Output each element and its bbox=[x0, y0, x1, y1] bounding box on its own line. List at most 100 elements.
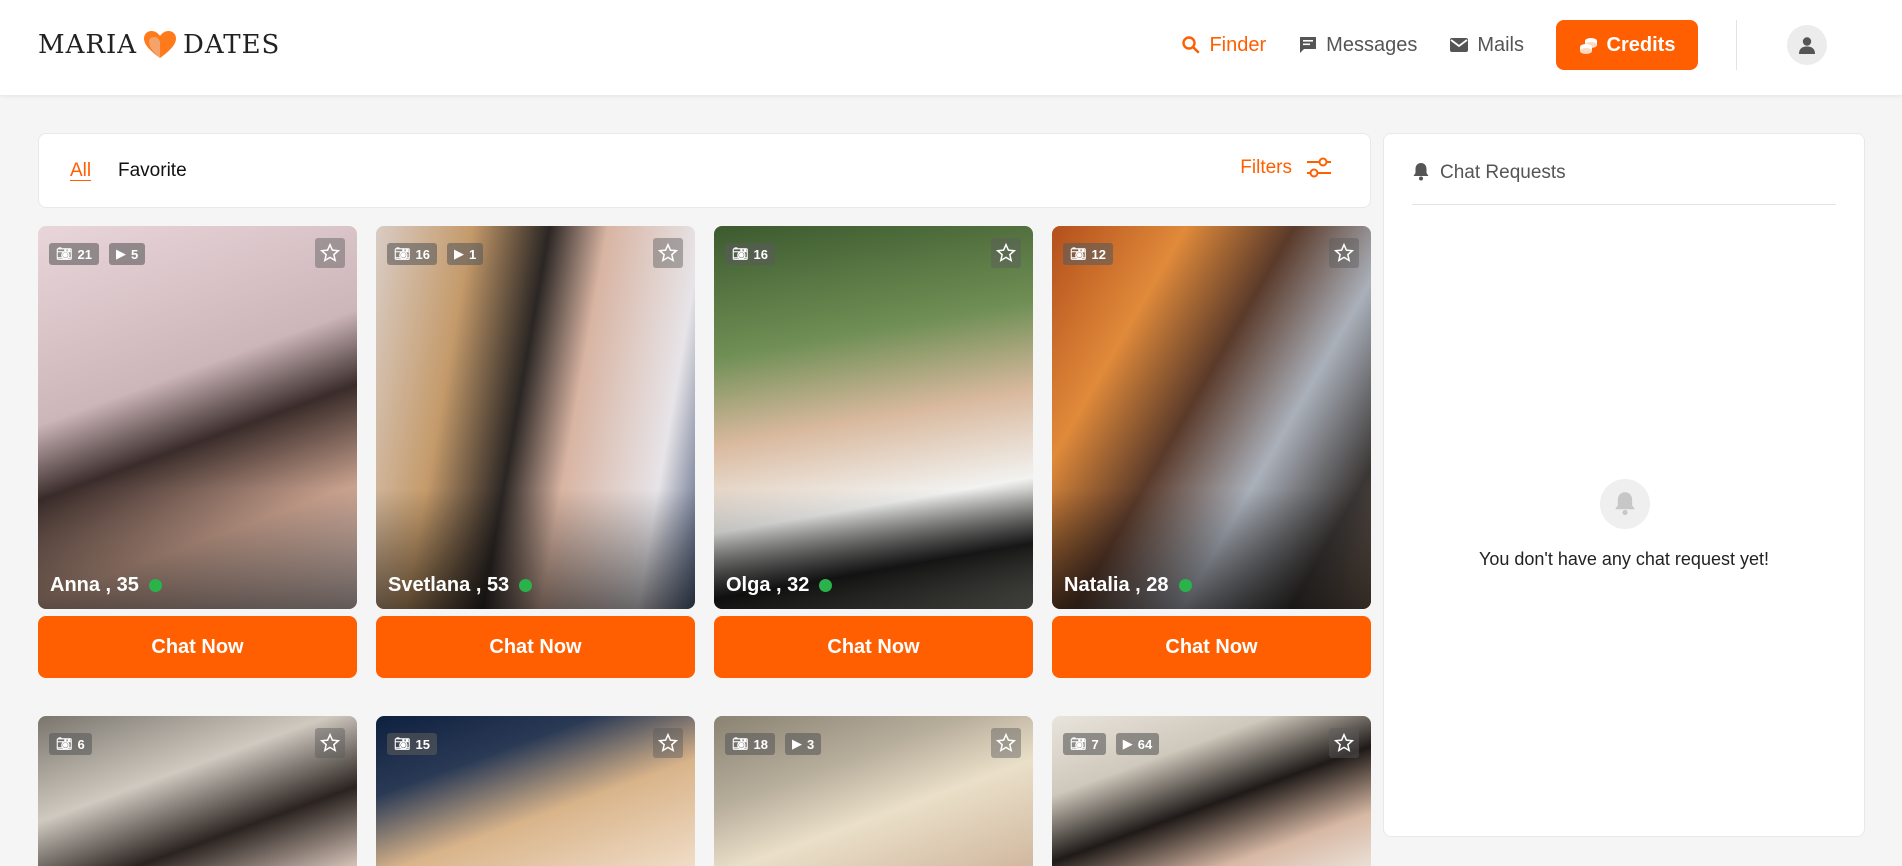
chat-requests-header: Chat Requests bbox=[1412, 162, 1836, 205]
filters-label: Filters bbox=[1240, 157, 1292, 178]
nav-divider bbox=[1736, 20, 1737, 70]
coins-icon bbox=[1579, 38, 1597, 54]
profile-name: Svetlana , 53 bbox=[388, 574, 533, 597]
favorite-star-icon[interactable] bbox=[653, 728, 683, 758]
nav-messages[interactable]: Messages bbox=[1298, 20, 1417, 70]
profile-photo[interactable]: 📷︎ 21 ▶ 5 Anna , 35 bbox=[38, 226, 357, 609]
sliders-icon bbox=[1307, 157, 1331, 178]
photo-count-badge: 📷︎ 7 bbox=[1063, 733, 1106, 755]
photo-count: 21 bbox=[77, 246, 92, 262]
online-status-dot bbox=[148, 579, 162, 592]
user-avatar[interactable] bbox=[1787, 25, 1827, 65]
media-badges: 📷︎ 16 ▶ 1 bbox=[387, 243, 484, 265]
chat-now-button[interactable]: Chat Now bbox=[714, 616, 1033, 678]
chat-now-button[interactable]: Chat Now bbox=[376, 616, 695, 678]
online-status-dot bbox=[819, 579, 833, 592]
video-count: 1 bbox=[468, 246, 477, 262]
logo-text-right: DATES bbox=[183, 30, 281, 60]
video-count-badge: ▶ 64 bbox=[1115, 733, 1160, 755]
camera-icon: 📷︎ bbox=[1070, 246, 1087, 261]
photo-count: 18 bbox=[753, 736, 768, 752]
photo-count-badge: 📷︎ 6 bbox=[49, 733, 92, 755]
video-icon: ▶ bbox=[115, 246, 126, 261]
profile-card[interactable]: 📷︎ 6 bbox=[38, 716, 357, 866]
camera-icon: 📷︎ bbox=[732, 246, 749, 261]
tab-favorite[interactable]: Favorite bbox=[118, 160, 187, 182]
photo-count: 7 bbox=[1091, 736, 1099, 752]
nav-messages-label: Messages bbox=[1326, 33, 1418, 56]
photo-count: 16 bbox=[415, 246, 430, 262]
media-badges: 📷︎ 16 bbox=[725, 243, 775, 265]
video-icon: ▶ bbox=[1122, 736, 1133, 751]
profile-first-name: Olga bbox=[726, 574, 771, 596]
chat-requests-panel: Chat Requests You don't have any chat re… bbox=[1383, 133, 1865, 837]
profile-photo[interactable]: 📷︎ 16 Olga , 32 bbox=[714, 226, 1033, 609]
profile-photo[interactable]: 📷︎ 6 bbox=[38, 716, 357, 866]
tab-all[interactable]: All bbox=[70, 160, 91, 182]
credits-button[interactable]: Credits bbox=[1556, 20, 1698, 70]
favorite-star-icon[interactable] bbox=[315, 728, 345, 758]
profile-photo[interactable]: 📷︎ 16 ▶ 1 Svetlana , 53 bbox=[376, 226, 695, 609]
photo-count-badge: 📷︎ 15 bbox=[387, 733, 437, 755]
profile-name: Olga , 32 bbox=[726, 574, 833, 597]
filters-button[interactable]: Filters bbox=[1240, 156, 1332, 180]
video-count-badge: ▶ 1 bbox=[446, 243, 484, 265]
media-badges: 📷︎ 18 ▶ 3 bbox=[725, 733, 822, 755]
nav-mails-label: Mails bbox=[1477, 33, 1524, 56]
empty-state-text: You don't have any chat request yet! bbox=[1479, 549, 1769, 569]
profile-photo[interactable]: 📷︎ 12 Natalia , 28 bbox=[1052, 226, 1371, 609]
profile-name: Anna , 35 bbox=[50, 574, 162, 597]
favorite-star-icon[interactable] bbox=[1329, 728, 1359, 758]
profile-card[interactable]: 📷︎ 21 ▶ 5 Anna , 35 Chat Now bbox=[38, 226, 357, 678]
video-icon: ▶ bbox=[453, 246, 464, 261]
camera-icon: 📷︎ bbox=[56, 246, 73, 261]
logo[interactable]: MARIA DATES bbox=[38, 28, 280, 62]
media-badges: 📷︎ 6 bbox=[49, 733, 92, 755]
profile-photo[interactable]: 📷︎ 15 bbox=[376, 716, 695, 866]
top-header: MARIA DATES Finder Messages Mails Credit… bbox=[0, 0, 1902, 95]
nav-mails[interactable]: Mails bbox=[1449, 20, 1524, 70]
nav-finder[interactable]: Finder bbox=[1181, 20, 1266, 70]
heart-logo-icon bbox=[143, 30, 177, 60]
chat-now-button[interactable]: Chat Now bbox=[38, 616, 357, 678]
profile-card[interactable]: 📷︎ 16 Olga , 32 Chat Now bbox=[714, 226, 1033, 678]
video-count: 5 bbox=[130, 246, 139, 262]
photo-count-badge: 📷︎ 12 bbox=[1063, 243, 1113, 265]
profile-first-name: Natalia bbox=[1064, 574, 1130, 596]
user-icon bbox=[1799, 37, 1815, 54]
camera-icon: 📷︎ bbox=[394, 246, 411, 261]
filter-tabs-bar: All Favorite Filters bbox=[38, 133, 1371, 208]
profile-card[interactable]: 📷︎ 18 ▶ 3 bbox=[714, 716, 1033, 866]
profile-card[interactable]: 📷︎ 16 ▶ 1 Svetlana , 53 Chat Now bbox=[376, 226, 695, 678]
profile-age: 28 bbox=[1146, 574, 1169, 596]
camera-icon: 📷︎ bbox=[1070, 736, 1087, 751]
favorite-star-icon[interactable] bbox=[991, 728, 1021, 758]
nav-finder-label: Finder bbox=[1209, 33, 1267, 56]
camera-icon: 📷︎ bbox=[394, 736, 411, 751]
profile-card[interactable]: 📷︎ 7 ▶ 64 bbox=[1052, 716, 1371, 866]
photo-count-badge: 📷︎ 21 bbox=[49, 243, 99, 265]
media-badges: 📷︎ 7 ▶ 64 bbox=[1063, 733, 1160, 755]
media-badges: 📷︎ 21 ▶ 5 bbox=[49, 243, 146, 265]
profile-photo[interactable]: 📷︎ 7 ▶ 64 bbox=[1052, 716, 1371, 866]
media-badges: 📷︎ 15 bbox=[387, 733, 437, 755]
mail-icon bbox=[1450, 38, 1469, 52]
favorite-star-icon[interactable] bbox=[653, 238, 683, 268]
video-count: 64 bbox=[1137, 736, 1153, 752]
favorite-star-icon[interactable] bbox=[991, 238, 1021, 268]
bell-icon bbox=[1413, 163, 1429, 181]
profile-age: 35 bbox=[116, 574, 139, 596]
photo-count-badge: 📷︎ 18 bbox=[725, 733, 775, 755]
video-count-badge: ▶ 3 bbox=[784, 733, 822, 755]
profile-card[interactable]: 📷︎ 15 bbox=[376, 716, 695, 866]
chat-bubble-icon bbox=[1300, 37, 1317, 53]
profile-age: 32 bbox=[787, 574, 810, 596]
favorite-star-icon[interactable] bbox=[1329, 238, 1359, 268]
profile-photo[interactable]: 📷︎ 18 ▶ 3 bbox=[714, 716, 1033, 866]
profile-first-name: Svetlana bbox=[388, 574, 471, 596]
credits-label: Credits bbox=[1606, 33, 1676, 56]
chat-now-button[interactable]: Chat Now bbox=[1052, 616, 1371, 678]
chat-requests-title: Chat Requests bbox=[1440, 162, 1566, 183]
favorite-star-icon[interactable] bbox=[315, 238, 345, 268]
profile-card[interactable]: 📷︎ 12 Natalia , 28 Chat Now bbox=[1052, 226, 1371, 678]
